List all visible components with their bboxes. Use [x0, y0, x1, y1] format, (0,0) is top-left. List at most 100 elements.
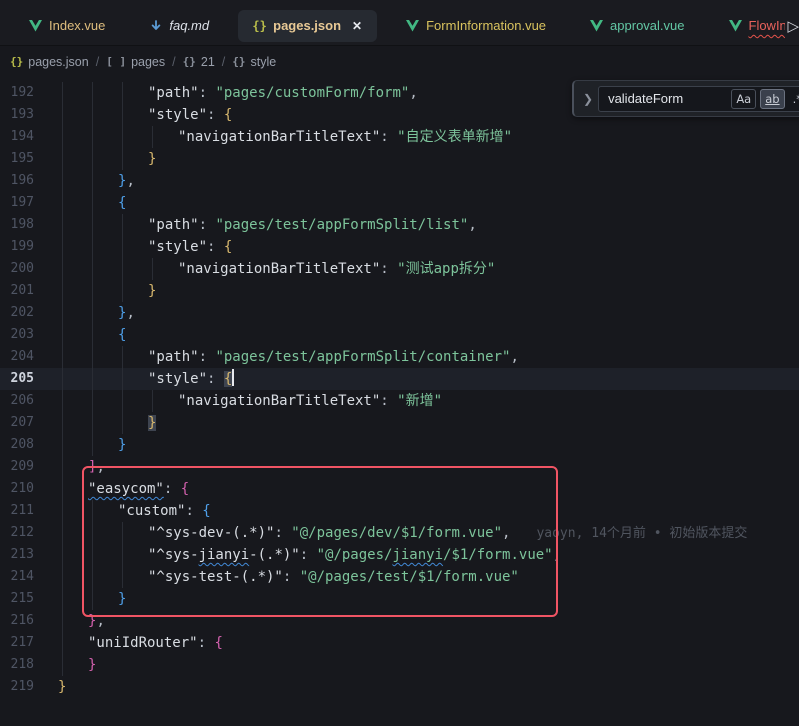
code-token: { [224, 107, 232, 123]
code-token: { [202, 503, 210, 519]
code-line[interactable]: 201} [0, 280, 799, 302]
code-line[interactable]: 205"style": { [0, 368, 799, 390]
code-line[interactable]: 194"navigationBarTitleText": "自定义表单新增" [0, 126, 799, 148]
code-line[interactable]: 208} [0, 434, 799, 456]
code-token: "自定义表单新增" [397, 129, 512, 145]
line-number: 197 [0, 192, 46, 214]
tab-scroll-indicator-icon[interactable]: ▷ [787, 17, 799, 35]
line-number: 217 [0, 632, 46, 654]
code-token: } [58, 679, 66, 695]
find-widget: ❯ validateForm Aa ab .* [572, 80, 799, 117]
tab-label: approval.vue [610, 18, 684, 33]
code-token: jianyi [199, 547, 250, 563]
code-line[interactable]: 216}, [0, 610, 799, 632]
close-tab-icon[interactable]: ✕ [352, 19, 362, 33]
code-line[interactable]: 209], [0, 456, 799, 478]
code-token: "path" [148, 85, 199, 101]
code-token: { [118, 195, 126, 211]
code-text: "style": { [46, 236, 232, 258]
breadcrumb-item-pages[interactable]: [ ]pages [106, 55, 165, 69]
tab-faq-md[interactable]: faq.md [134, 10, 224, 42]
code-token: "@/pages/dev/$1/form.vue" [291, 525, 502, 541]
code-token: : [380, 393, 397, 409]
code-line[interactable]: 219} [0, 676, 799, 698]
code-text: } [46, 676, 66, 698]
code-text: "easycom": { [46, 478, 189, 500]
code-line[interactable]: 218} [0, 654, 799, 676]
code-line[interactable]: 195} [0, 148, 799, 170]
code-token: "@/pages/test/$1/form.vue" [300, 569, 519, 585]
breadcrumb: {}pages.json/[ ]pages/{}21/{}style [0, 47, 799, 76]
code-line[interactable]: 199"style": { [0, 236, 799, 258]
code-text: "path": "pages/test/appFormSplit/contain… [46, 346, 519, 368]
code-line[interactable]: 215} [0, 588, 799, 610]
tabs-container: Index.vue faq.md {}pages.json✕ FormInformat… [14, 10, 785, 42]
code-text: }, [46, 302, 135, 324]
code-line[interactable]: 198"path": "pages/test/appFormSplit/list… [0, 214, 799, 236]
code-line[interactable]: 212"^sys-dev-(.*)": "@/pages/dev/$1/form… [0, 522, 799, 544]
code-line[interactable]: 210"easycom": { [0, 478, 799, 500]
code-line[interactable]: 196}, [0, 170, 799, 192]
code-token: "path" [148, 349, 199, 365]
code-line[interactable]: 211"custom": { [0, 500, 799, 522]
code-token: { [224, 371, 232, 387]
code-line[interactable]: 203 { [0, 324, 799, 346]
code-token: : [274, 525, 291, 541]
regex-button[interactable]: .* [789, 90, 799, 108]
tab-index-vue[interactable]: Index.vue [14, 10, 120, 42]
breadcrumb-label: pages [131, 55, 165, 69]
whole-word-label: ab [765, 92, 779, 106]
breadcrumb-separator: / [96, 55, 99, 69]
line-number: 195 [0, 148, 46, 170]
code-text: "navigationBarTitleText": "新增" [46, 390, 442, 412]
code-token: : [198, 635, 215, 651]
tab-pages-json[interactable]: {}pages.json✕ [238, 10, 377, 42]
breadcrumb-item-style[interactable]: {}style [232, 55, 276, 69]
code-line[interactable]: 214"^sys-test-(.*)": "@/pages/test/$1/fo… [0, 566, 799, 588]
code-line[interactable]: 207} [0, 412, 799, 434]
code-token: { [118, 327, 126, 343]
whole-word-button[interactable]: ab [760, 89, 784, 109]
code-text: { [46, 324, 126, 346]
tab-forminformation-vue[interactable]: FormInformation.vue [391, 10, 561, 42]
code-line[interactable]: 217"uniIdRouter": { [0, 632, 799, 654]
line-number: 202 [0, 302, 46, 324]
code-token: "新增" [397, 393, 442, 409]
code-line[interactable]: 204"path": "pages/test/appFormSplit/cont… [0, 346, 799, 368]
tab-flowinfo-vu[interactable]: FlowInfo.vu [714, 10, 786, 42]
code-line[interactable]: 197 { [0, 192, 799, 214]
code-token: -(.*)" [249, 547, 300, 563]
line-number: 211 [0, 500, 46, 522]
code-text: } [46, 280, 156, 302]
tab-approval-vue[interactable]: approval.vue [575, 10, 699, 42]
code-token: "style" [148, 107, 207, 123]
code-line[interactable]: 206"navigationBarTitleText": "新增" [0, 390, 799, 412]
symbol-icon: {} [10, 55, 23, 68]
line-number: 208 [0, 434, 46, 456]
line-number: 203 [0, 324, 46, 346]
code-token: "easycom" [88, 481, 164, 497]
code-token: /$1/form.vue" [443, 547, 553, 563]
markdown-arrow-icon [149, 19, 162, 32]
line-number: 204 [0, 346, 46, 368]
code-text: "custom": { [46, 500, 211, 522]
code-line[interactable]: 200"navigationBarTitleText": "测试app拆分" [0, 258, 799, 280]
code-editor[interactable]: 192"path": "pages/customForm/form",193"s… [0, 76, 799, 726]
breadcrumb-label: 21 [201, 55, 215, 69]
match-case-button[interactable]: Aa [731, 89, 756, 109]
line-number: 212 [0, 522, 46, 544]
code-token: "pages/test/appFormSplit/list" [215, 217, 468, 233]
code-line[interactable]: 202}, [0, 302, 799, 324]
tab-label: faq.md [169, 18, 209, 33]
code-text: }, [46, 610, 105, 632]
line-number: 206 [0, 390, 46, 412]
find-expand-toggle-icon[interactable]: ❯ [578, 92, 598, 106]
breadcrumb-item-21[interactable]: {}21 [183, 55, 215, 69]
code-token: } [118, 591, 126, 607]
vue-icon [29, 19, 42, 32]
code-text: } [46, 588, 126, 610]
breadcrumb-item-pages-json[interactable]: {}pages.json [10, 55, 89, 69]
code-token: , [553, 547, 561, 563]
find-input[interactable]: validateForm Aa ab .* [598, 86, 799, 112]
code-line[interactable]: 213"^sys-jianyi-(.*)": "@/pages/jianyi/$… [0, 544, 799, 566]
